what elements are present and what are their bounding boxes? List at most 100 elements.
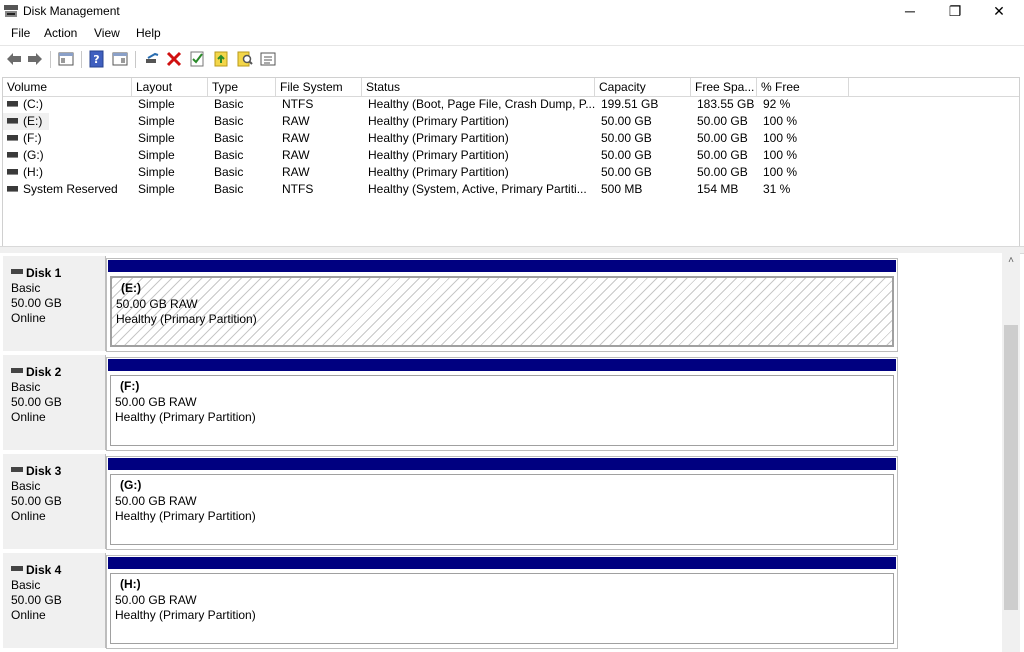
disk-info-panel[interactable]: Disk 1 Basic 50.00 GB Online — [3, 256, 106, 351]
close-button[interactable]: ✕ — [976, 0, 1022, 24]
partition-info: 50.00 GB RAW — [115, 494, 197, 508]
disk-row: Disk 1 Basic 50.00 GB Online (E:) 50.00 … — [0, 255, 900, 352]
percent-free-cell: 100 % — [763, 131, 798, 145]
column-header-percent-free[interactable]: % Free — [757, 78, 849, 96]
volume-row[interactable]: (E:) Simple Basic RAW Healthy (Primary P… — [3, 113, 1019, 130]
toolbar-separator — [50, 51, 51, 68]
type-cell: Basic — [214, 114, 244, 128]
partition-block[interactable]: (H:) 50.00 GB RAW Healthy (Primary Parti… — [106, 555, 898, 649]
window-title: Disk Management — [23, 4, 120, 18]
disk-state: Online — [11, 608, 46, 622]
volume-row[interactable]: (H:) Simple Basic RAW Healthy (Primary P… — [3, 164, 1019, 181]
partition-label: (H:) — [120, 577, 141, 591]
column-header-layout[interactable]: Layout — [132, 78, 208, 96]
menu-help[interactable]: Help — [134, 26, 163, 40]
disk-size: 50.00 GB — [11, 494, 62, 508]
drive-icon — [7, 100, 18, 107]
disk-info-panel[interactable]: Disk 2 Basic 50.00 GB Online — [3, 355, 106, 450]
column-header-type[interactable]: Type — [208, 78, 276, 96]
volume-row[interactable]: (F:) Simple Basic RAW Healthy (Primary P… — [3, 130, 1019, 147]
volume-row[interactable]: (G:) Simple Basic RAW Healthy (Primary P… — [3, 147, 1019, 164]
volume-name: (E:) — [23, 114, 43, 128]
search-icon[interactable] — [236, 50, 254, 68]
file-system-cell: RAW — [282, 165, 310, 179]
partition-band — [108, 458, 896, 470]
vertical-scrollbar[interactable]: ˄ — [1002, 253, 1020, 652]
volume-row[interactable]: System Reserved Simple Basic NTFS Health… — [3, 181, 1019, 198]
menu-view[interactable]: View — [92, 26, 122, 40]
layout-cell: Simple — [138, 114, 175, 128]
column-header-volume[interactable]: Volume — [3, 78, 132, 96]
show-hide-action-pane-icon[interactable] — [111, 50, 129, 68]
menu-file[interactable]: File — [9, 26, 32, 40]
connect-icon[interactable] — [143, 50, 161, 68]
volume-row[interactable]: (C:) Simple Basic NTFS Healthy (Boot, Pa… — [3, 96, 1019, 113]
free-space-cell: 50.00 GB — [697, 114, 748, 128]
partition-block[interactable]: (G:) 50.00 GB RAW Healthy (Primary Parti… — [106, 456, 898, 550]
status-cell: Healthy (Boot, Page File, Crash Dump, P.… — [368, 97, 595, 111]
volume-cell: System Reserved — [3, 181, 132, 198]
console-tree-icon[interactable] — [57, 50, 75, 68]
properties-icon[interactable] — [188, 50, 206, 68]
partition-area[interactable]: (F:) 50.00 GB RAW Healthy (Primary Parti… — [110, 375, 894, 446]
layout-cell: Simple — [138, 131, 175, 145]
delete-icon[interactable] — [165, 50, 183, 68]
column-header-status[interactable]: Status — [362, 78, 595, 96]
partition-area[interactable]: (G:) 50.00 GB RAW Healthy (Primary Parti… — [110, 474, 894, 545]
disk-name: Disk 1 — [11, 266, 61, 280]
disk-row: Disk 3 Basic 50.00 GB Online (G:) 50.00 … — [0, 453, 900, 550]
disk-info-panel[interactable]: Disk 3 Basic 50.00 GB Online — [3, 454, 106, 549]
menu-action[interactable]: Action — [42, 26, 79, 40]
disk-type: Basic — [11, 578, 41, 592]
title-bar: Disk Management ─ ❐ ✕ — [0, 0, 1024, 24]
volume-cell: (C:) — [3, 96, 132, 113]
column-header-file-system[interactable]: File System — [276, 78, 362, 96]
disk-icon — [11, 368, 23, 374]
partition-label: (G:) — [120, 478, 142, 492]
volume-cell: (E:) — [3, 113, 49, 130]
disk-info-panel[interactable]: Disk 4 Basic 50.00 GB Online — [3, 553, 106, 648]
partition-area[interactable]: (H:) 50.00 GB RAW Healthy (Primary Parti… — [110, 573, 894, 644]
volume-name: System Reserved — [23, 182, 118, 196]
type-cell: Basic — [214, 97, 244, 111]
partition-info: 50.00 GB RAW — [116, 297, 198, 311]
back-icon[interactable] — [5, 50, 23, 68]
disk-pane: Disk 1 Basic 50.00 GB Online (E:) 50.00 … — [0, 253, 1002, 652]
partition-block[interactable]: (E:) 50.00 GB RAW Healthy (Primary Parti… — [106, 258, 898, 352]
toolbar-separator — [81, 51, 82, 68]
column-header-free-space[interactable]: Free Spa... — [691, 78, 757, 96]
partition-block[interactable]: (F:) 50.00 GB RAW Healthy (Primary Parti… — [106, 357, 898, 451]
scroll-up-arrow-icon[interactable]: ˄ — [1002, 253, 1020, 269]
partition-label: (F:) — [120, 379, 140, 393]
free-space-cell: 50.00 GB — [697, 148, 748, 162]
file-system-cell: RAW — [282, 114, 310, 128]
disk-icon — [11, 467, 23, 473]
disk-state: Online — [11, 410, 46, 424]
disk-name-text: Disk 4 — [26, 563, 62, 577]
percent-free-cell: 31 % — [763, 182, 791, 196]
disk-state: Online — [11, 311, 46, 325]
minimize-button[interactable]: ─ — [887, 0, 933, 24]
disk-type: Basic — [11, 479, 41, 493]
export-icon[interactable] — [212, 50, 230, 68]
maximize-button[interactable]: ❐ — [932, 0, 978, 24]
percent-free-cell: 100 % — [763, 165, 798, 179]
disk-name-text: Disk 3 — [26, 464, 62, 478]
file-system-cell: RAW — [282, 148, 310, 162]
forward-icon[interactable] — [26, 50, 44, 68]
partition-selected[interactable]: (E:) 50.00 GB RAW Healthy (Primary Parti… — [110, 276, 894, 347]
drive-icon — [7, 151, 18, 158]
capacity-cell: 500 MB — [601, 182, 643, 196]
drive-icon — [7, 134, 18, 141]
status-cell: Healthy (System, Active, Primary Partiti… — [368, 182, 587, 196]
disk-state: Online — [11, 509, 46, 523]
list-view-icon[interactable] — [259, 50, 277, 68]
disk-name: Disk 2 — [11, 365, 61, 379]
disk-type: Basic — [11, 281, 41, 295]
status-cell: Healthy (Primary Partition) — [368, 114, 509, 128]
scrollbar-thumb[interactable] — [1004, 325, 1018, 610]
help-icon[interactable]: ? — [88, 50, 106, 68]
capacity-cell: 50.00 GB — [601, 131, 652, 145]
capacity-cell: 50.00 GB — [601, 148, 652, 162]
column-header-capacity[interactable]: Capacity — [595, 78, 691, 96]
